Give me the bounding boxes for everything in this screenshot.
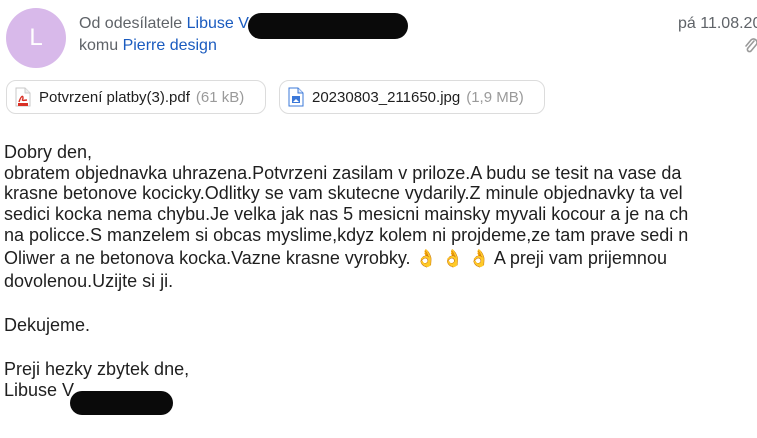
attachment-size: (61 kB) bbox=[195, 88, 245, 106]
message-date: pá 11.08.20 bbox=[678, 15, 757, 32]
body-line: Oliwer a ne betonova kocka.Vazne krasne … bbox=[4, 245, 757, 271]
body-line: dovolenou.Uzijte si ji. bbox=[4, 271, 174, 292]
body-line: na policce.S manzelem si obcas myslime,k… bbox=[4, 224, 689, 245]
body-line: obratem objednavka uhrazena.Potvrzeni za… bbox=[4, 162, 682, 183]
body-line: Dobry den, bbox=[4, 142, 93, 162]
body-line: krasne betonove kocicky.Odlitky se vam s… bbox=[4, 183, 683, 204]
image-file-icon bbox=[288, 87, 304, 107]
redaction-mark bbox=[70, 391, 173, 415]
recipient-line: komu Pierre design bbox=[79, 37, 217, 55]
sender-line: Od odesílatele Libuse V bbox=[79, 15, 249, 33]
to-prefix: komu bbox=[79, 37, 119, 54]
message-body: Dobry den, obratem objednavka uhrazena.P… bbox=[4, 142, 757, 400]
body-line: Dekujeme. bbox=[4, 315, 91, 336]
ok-hand-emoji: 👌 👌 👌 bbox=[415, 249, 490, 270]
body-line: sedici kocka nema chybu.Je velka jak nas… bbox=[4, 204, 689, 225]
from-prefix: Od odesílatele bbox=[79, 15, 183, 32]
redaction-mark bbox=[248, 13, 408, 39]
sender-name[interactable]: Libuse V bbox=[187, 15, 249, 32]
recipient-name[interactable]: Pierre design bbox=[123, 37, 217, 54]
sender-avatar: L bbox=[6, 8, 66, 68]
attachment-chip-jpg[interactable]: 20230803_211650.jpg (1,9 MB) bbox=[279, 80, 545, 114]
attachment-name: Potvrzení platby(3).pdf bbox=[39, 88, 190, 106]
body-line: Preji hezky zbytek dne, bbox=[4, 358, 190, 379]
pdf-file-icon bbox=[15, 87, 31, 107]
body-line-text: Oliwer a ne betonova kocka.Vazne krasne … bbox=[4, 248, 411, 269]
body-line-text: A preji vam prijemnou bbox=[493, 248, 667, 269]
attachment-chip-pdf[interactable]: Potvrzení platby(3).pdf (61 kB) bbox=[6, 80, 266, 114]
attachment-size: (1,9 MB) bbox=[466, 88, 524, 106]
paperclip-icon bbox=[745, 38, 757, 53]
attachment-name: 20230803_211650.jpg bbox=[312, 88, 461, 106]
